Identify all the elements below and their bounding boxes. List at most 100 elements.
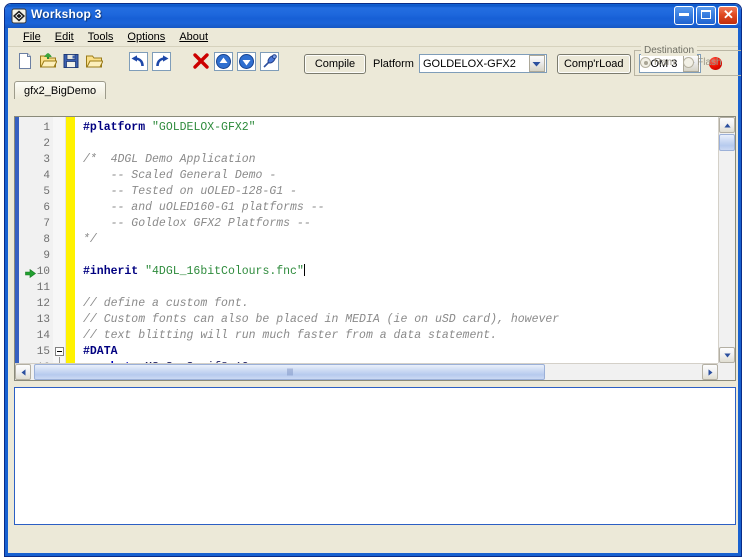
code-token: #platform: [83, 121, 146, 134]
nav-up-button[interactable]: [213, 51, 234, 76]
chevron-down-icon: [528, 55, 545, 72]
line-number: 2: [43, 138, 50, 150]
editor-margin-bar: [66, 117, 75, 380]
code-text-area[interactable]: #platform "GOLDELOX-GFX2" /* 4DGL Demo A…: [75, 117, 735, 380]
title-bar: Workshop 3 ✕: [5, 4, 741, 29]
code-line: */: [83, 232, 735, 248]
line-number: 8: [43, 234, 50, 246]
undo-button[interactable]: [128, 51, 149, 76]
main-window: Workshop 3 ✕ File Edit Tools Options Abo…: [4, 3, 742, 557]
line-number: 7: [43, 218, 50, 230]
line-number-gutter: 123456789101112131415161718192021222324: [19, 117, 53, 380]
menu-item-about[interactable]: About: [172, 30, 215, 45]
text-caret: [303, 264, 305, 276]
radio-ram-icon: [640, 57, 651, 68]
editor-body[interactable]: 123456789101112131415161718192021222324 …: [15, 117, 735, 380]
fold-slot: [53, 248, 65, 264]
open-file-button[interactable]: [37, 53, 58, 74]
fold-collapse-icon[interactable]: [55, 347, 64, 356]
menu-options-label: Options: [127, 30, 166, 43]
vertical-scroll-thumb[interactable]: [719, 134, 735, 151]
code-token: -- Scaled General Demo -: [83, 169, 277, 182]
compile-button[interactable]: Compile: [304, 53, 366, 74]
destination-ram-label: Ram: [654, 57, 676, 68]
fold-slot: [53, 168, 65, 184]
menu-item-options[interactable]: Options: [120, 30, 172, 45]
destination-radio-flash[interactable]: Flash: [683, 57, 722, 68]
platform-select[interactable]: GOLDELOX-GFX2: [418, 54, 547, 73]
code-line: #platform "GOLDELOX-GFX2": [83, 120, 735, 136]
folder-button[interactable]: [83, 53, 104, 74]
destination-flash-label: Flash: [697, 57, 722, 68]
code-line: -- Tested on uOLED-128-G1 -: [83, 184, 735, 200]
toolbar: Compile Platform GOLDELOX-GFX2 Comp'rLoa…: [8, 45, 741, 80]
line-number: 12: [36, 298, 50, 310]
fold-slot: [53, 264, 65, 280]
destination-radio-ram[interactable]: Ram: [640, 57, 675, 68]
close-button[interactable]: ✕: [718, 6, 738, 25]
app-diamond-icon: [11, 8, 27, 24]
fold-slot: [53, 296, 65, 312]
delete-button[interactable]: [190, 53, 211, 74]
maximize-button[interactable]: [696, 6, 716, 25]
menu-bar: File Edit Tools Options About: [8, 28, 738, 47]
nav-down-button[interactable]: [236, 51, 257, 74]
line-number: 9: [43, 250, 50, 262]
menu-item-edit[interactable]: Edit: [48, 30, 81, 45]
output-panel[interactable]: [14, 387, 736, 525]
folder-icon: [85, 52, 104, 75]
window-title: Workshop 3: [31, 7, 102, 21]
scroll-up-button[interactable]: [719, 117, 735, 133]
bookmark-pin-icon: [260, 51, 279, 76]
platform-label: Platform: [373, 57, 414, 70]
tab-strip: gfx2_BigDemo: [14, 80, 732, 99]
editor-horizontal-scrollbar[interactable]: [15, 363, 718, 380]
comp-load-button[interactable]: Comp'rLoad: [556, 53, 631, 74]
fold-slot: [53, 136, 65, 152]
code-line: -- Scaled General Demo -: [83, 168, 735, 184]
code-line: #inherit "4DGL_16bitColours.fnc": [83, 264, 735, 280]
fold-slot: [53, 120, 65, 136]
editor-vertical-scrollbar[interactable]: [718, 117, 735, 363]
close-icon: ✕: [723, 7, 734, 22]
fold-slot: [53, 312, 65, 328]
redo-button[interactable]: [151, 51, 172, 74]
horizontal-scroll-thumb[interactable]: [34, 364, 545, 380]
undo-icon: [129, 51, 148, 76]
line-number: 1: [43, 122, 50, 134]
menu-item-file[interactable]: File: [16, 30, 48, 45]
open-file-icon: [39, 52, 58, 75]
code-token: /* 4DGL Demo Application: [83, 153, 256, 166]
line-number: 14: [36, 330, 50, 342]
minimize-button[interactable]: [674, 6, 694, 25]
code-line: -- and uOLED160-G1 platforms --: [83, 200, 735, 216]
menu-item-tools[interactable]: Tools: [81, 30, 121, 45]
code-token: // text blitting will run much faster fr…: [83, 329, 498, 342]
code-line: // define a custom font.: [83, 296, 735, 312]
destination-legend: Destination: [641, 45, 698, 56]
nav-up-icon: [214, 51, 233, 76]
line-number: 5: [43, 186, 50, 198]
bookmark-pin-button[interactable]: [259, 51, 280, 76]
code-token: -- Goldelox GFX2 Platforms --: [83, 217, 311, 230]
save-file-button[interactable]: [60, 53, 81, 74]
scroll-down-button[interactable]: [719, 347, 735, 363]
code-folding-gutter[interactable]: [53, 117, 66, 380]
code-token: #DATA: [83, 345, 118, 358]
tab-gfx2-bigdemo[interactable]: gfx2_BigDemo: [14, 81, 107, 99]
destination-group: Destination Ram Flash: [634, 45, 741, 76]
scroll-left-button[interactable]: [15, 364, 31, 380]
delete-icon: [192, 52, 210, 75]
line-number: 15: [36, 346, 50, 358]
fold-slot: [53, 328, 65, 344]
fold-slot: [53, 280, 65, 296]
save-file-icon: [62, 52, 80, 75]
code-editor: 123456789101112131415161718192021222324 …: [14, 116, 736, 381]
new-file-icon: [16, 52, 34, 75]
new-file-button[interactable]: [14, 53, 35, 74]
menu-edit-label: Edit: [54, 30, 74, 43]
scroll-right-button[interactable]: [702, 364, 718, 380]
